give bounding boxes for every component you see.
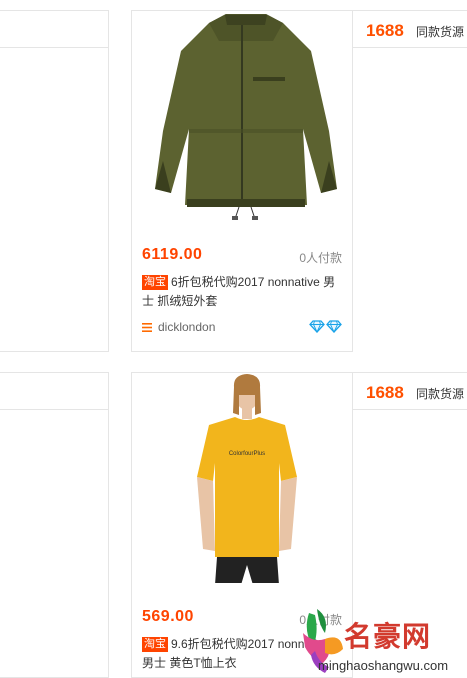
left-product-card-2[interactable]: [0, 372, 109, 678]
tshirt-print-text: ColorfourPlus: [229, 451, 265, 457]
shop-link[interactable]: dicklondon: [142, 320, 215, 334]
source-strip-1[interactable]: 1688 同款货源: [352, 10, 467, 352]
product-image-tshirt[interactable]: ColorfourPlus: [141, 373, 351, 583]
product-price: 569.00: [142, 608, 194, 625]
divider: [0, 47, 108, 48]
taobao-tag: 淘宝: [142, 275, 168, 290]
divider: [0, 409, 108, 410]
shop-menu-icon: [142, 322, 152, 332]
seller-rating: [309, 320, 342, 333]
source-price: 1688: [366, 383, 404, 402]
product-title[interactable]: 淘宝 6折包税代购2017 nonnative 男士 抓绒短外套: [142, 273, 342, 311]
diamond-icon: [309, 320, 325, 333]
product-title-text[interactable]: 6折包税代购2017 nonnative 男士 抓绒短外套: [142, 275, 335, 308]
product-price: 6119.00: [142, 246, 203, 263]
product-card-1[interactable]: 6119.00 0人付款 淘宝 6折包税代购2017 nonnative 男士 抓…: [131, 10, 353, 352]
left-product-card-1[interactable]: [0, 10, 109, 352]
watermark-url: minghaoshangwu.com: [318, 658, 449, 673]
shop-name[interactable]: dicklondon: [158, 320, 215, 334]
source-label[interactable]: 同款货源: [416, 385, 464, 402]
taobao-tag: 淘宝: [142, 637, 168, 652]
divider: [353, 409, 467, 410]
source-price: 1688: [366, 21, 404, 40]
watermark-text: 名豪网: [344, 620, 432, 653]
diamond-icon: [326, 320, 342, 333]
divider: [353, 47, 467, 48]
sales-count: 0人付款: [299, 251, 342, 265]
product-image-jacket[interactable]: [141, 11, 351, 221]
source-label[interactable]: 同款货源: [416, 23, 464, 40]
